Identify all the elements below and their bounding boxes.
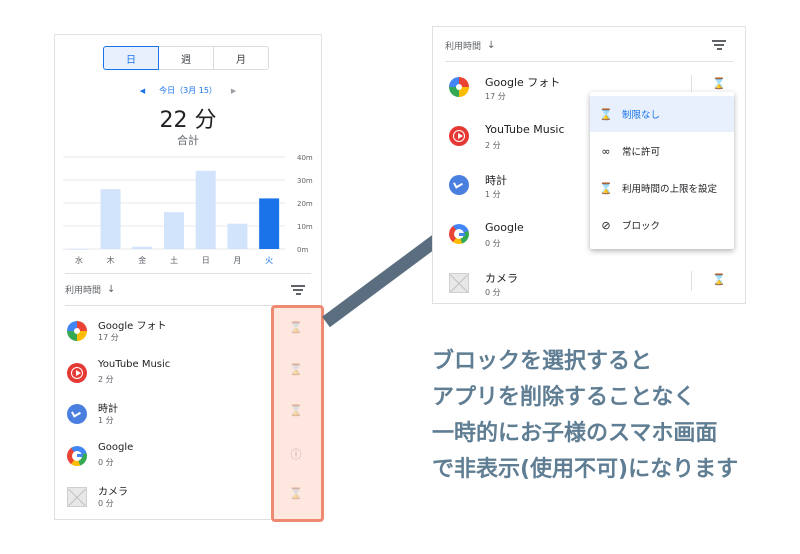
app-name: YouTube Music xyxy=(485,123,565,136)
app-name: Google xyxy=(485,221,524,234)
app-usage-time: 0 分 xyxy=(485,288,501,297)
infinity-icon: ∞ xyxy=(601,144,611,158)
app-usage-time: 1 分 xyxy=(485,190,501,199)
menu-item-label: 利用時間の上限を設定 xyxy=(622,184,718,195)
row-separator xyxy=(691,271,692,291)
app-usage-time: 0 分 xyxy=(485,239,501,248)
clock-icon xyxy=(449,175,469,195)
menu-item[interactable]: ⌛ 利用時間の上限を設定 xyxy=(590,170,734,206)
caption-line-2: アプリを削除することなく xyxy=(432,385,696,410)
hourglass-icon: ⌛ xyxy=(599,107,613,121)
app-name: 時計 xyxy=(485,174,507,187)
sort-by-usage[interactable]: 利用時間 ↓ xyxy=(445,39,495,52)
app-name: カメラ xyxy=(485,272,518,285)
camera-icon xyxy=(449,273,469,293)
app-name: Google フォト xyxy=(485,76,561,89)
arrow-down-icon: ↓ xyxy=(487,40,496,51)
list-divider xyxy=(445,61,733,62)
menu-item-label: 常に許可 xyxy=(622,147,661,158)
filter-icon[interactable] xyxy=(712,40,726,50)
menu-item-label: ブロック xyxy=(622,221,661,232)
menu-item[interactable]: ⊘ ブロック xyxy=(590,207,734,243)
sort-label: 利用時間 xyxy=(445,42,482,52)
app-row[interactable]: カメラ 0 分 xyxy=(433,263,745,303)
hourglass-icon[interactable]: ⌛ xyxy=(711,273,727,286)
youtube-music-icon xyxy=(449,126,469,146)
caption-line-3: 一時的にお子様のスマホ画面 xyxy=(432,421,718,446)
app-usage-time: 2 分 xyxy=(485,141,501,150)
explanation-caption: ブロックを選択すると アプリを削除することなく 一時的にお子様のスマホ画面 で非… xyxy=(432,344,738,488)
google-icon xyxy=(449,224,469,244)
google-photos-icon xyxy=(449,77,469,97)
block-icon: ⊘ xyxy=(601,218,611,232)
menu-item-label: 制限なし xyxy=(622,110,661,121)
caption-line-4: で非表示(使用不可)になります xyxy=(432,457,739,482)
app-usage-time: 17 分 xyxy=(485,92,506,101)
hourglass-icon: ⌛ xyxy=(599,181,613,195)
caption-line-1: ブロックを選択すると xyxy=(432,349,653,374)
menu-item[interactable]: ∞ 常に許可 xyxy=(590,133,734,169)
limit-options-menu: ⌛ 制限なし ∞ 常に許可 ⌛ 利用時間の上限を設定 ⊘ ブロック xyxy=(590,92,734,249)
segment-day[interactable]: 日 xyxy=(103,46,159,70)
hourglass-icon[interactable]: ⌛ xyxy=(711,77,727,90)
menu-item[interactable]: ⌛ 制限なし xyxy=(590,96,734,132)
